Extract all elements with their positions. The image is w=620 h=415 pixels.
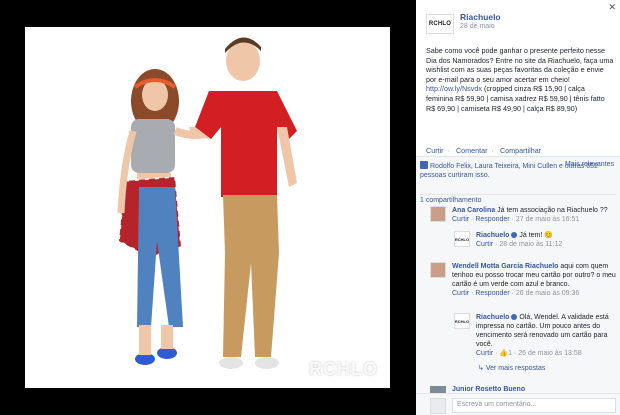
comment-author[interactable]: Riachuelo [476,232,509,239]
avatar[interactable]: RCHLO [454,313,470,329]
post-timestamp[interactable]: 28 de maio [460,23,495,30]
comment-composer: Escreva um comentário... [416,393,620,415]
close-icon[interactable]: ✕ [608,2,616,13]
comment: Wendell Motta Garcia Riachuelo aqui com … [430,262,616,310]
comment-author[interactable]: Riachuelo [476,314,509,321]
comment-like-button[interactable]: Curtir [452,216,469,223]
photo-illustration [25,27,390,388]
reply-comment: RCHLO Riachuelo Já tem! 😊 Curtir · 28 de… [454,231,563,248]
post-detail-panel: ✕ RCHLO Riachuelo 28 de maio Sabe como v… [416,0,620,415]
post-header: RCHLO Riachuelo 28 de maio [426,12,606,38]
avatar[interactable]: RCHLO [454,231,470,247]
comment-timestamp[interactable]: 26 de maio às 09:36 [516,290,579,297]
post-actions: Curtir · Comentar · Compartilhar [426,146,542,155]
comment-sort-dropdown[interactable]: Mais relevantes [565,161,614,168]
thumbs-up-icon: 👍 [499,350,509,357]
comment-author[interactable]: Wendell Motta Garcia Riachuelo [452,263,558,270]
view-more-replies-link[interactable]: ↳ Ver mais respostas [478,364,545,372]
comment-text: Já tem! 😊 [519,232,553,239]
post-photo[interactable]: RCHLO [25,27,390,388]
comment-timestamp[interactable]: 26 de maio às 13:58 [518,350,581,357]
post-link[interactable]: http://ow.ly/Nsvdx [426,84,482,93]
current-user-avatar [430,398,446,414]
page-avatar[interactable]: RCHLO [426,14,454,34]
post-message: Sabe como você pode ganhar o presente pe… [426,46,614,113]
comment-timestamp[interactable]: 27 de maio às 16:51 [516,216,579,223]
comment: Ana Carolina Já tem associação na Riachu… [430,206,616,232]
like-button[interactable]: Curtir [426,146,444,155]
comment-reply-button[interactable]: Responder [475,216,509,223]
comment-like-button[interactable]: Curtir [476,350,493,357]
page-name-link[interactable]: Riachuelo [460,12,501,22]
comment-like-button[interactable]: Curtir [452,290,469,297]
avatar[interactable] [430,262,446,278]
post-message-text: Sabe como você pode ganhar o presente pe… [426,46,614,84]
avatar[interactable] [430,206,446,222]
view-more-replies-label: Ver mais respostas [485,365,546,372]
verified-badge-icon [511,314,518,320]
comment-button[interactable]: Comentar [456,146,488,155]
photo-viewer-stage: RCHLO [0,0,416,415]
comment-author[interactable]: Ana Carolina [452,207,495,214]
verified-badge-icon [511,232,518,238]
comment-text: Já tem associação na Riachuelo ?? [497,207,608,214]
brand-watermark: RCHLO [309,359,378,379]
comment-like-count[interactable]: 1 [508,350,512,357]
reply-comment: RCHLO Riachuelo Olá, Wendel. A validade … [454,313,609,357]
comment-like-button[interactable]: Curtir [476,241,493,248]
share-button[interactable]: Compartilhar [500,146,541,155]
thumbs-up-icon [420,161,428,169]
comment-input[interactable]: Escreva um comentário... [452,398,616,413]
comment-reply-button[interactable]: Responder [475,290,509,297]
comment-timestamp[interactable]: 28 de maio às 11:12 [499,241,562,248]
comment-author[interactable]: Junior Rosetto Bueno [452,386,525,393]
shares-count[interactable]: 1 compartilhamento [420,194,616,204]
